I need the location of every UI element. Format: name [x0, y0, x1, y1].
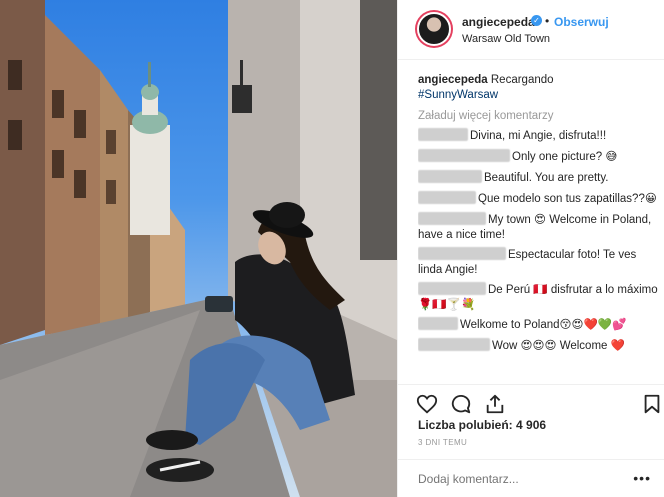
- blurred-username[interactable]: [418, 247, 506, 260]
- comments-list[interactable]: angiecepeda Recargando #SunnyWarsaw Zała…: [418, 73, 658, 383]
- comment-item: Divina, mi Angie, disfruta!!!: [418, 128, 658, 145]
- comment-text: Only one picture? 😅: [512, 151, 618, 163]
- comment-item: My town 😍 Welcome in Poland, have a nice…: [418, 212, 658, 243]
- blurred-username[interactable]: [418, 282, 486, 295]
- caption-username[interactable]: angiecepeda: [418, 74, 488, 86]
- comment-item: Beautiful. You are pretty.: [418, 170, 658, 187]
- avatar[interactable]: [415, 10, 453, 48]
- likes-label: Liczba polubień:: [418, 418, 513, 432]
- comment-bubble-icon[interactable]: [450, 393, 472, 415]
- username-link[interactable]: angiecepeda: [462, 15, 535, 29]
- follow-button[interactable]: Obserwuj: [554, 15, 609, 29]
- comment-item: De Perú 🇵🇪 disfrutar a lo máximo 🌹🇵🇪🍸💐: [418, 282, 658, 313]
- load-more-comments-button[interactable]: Załaduj więcej komentarzy: [418, 109, 658, 124]
- add-comment-bar: •••: [398, 459, 664, 497]
- comment-text: Beautiful. You are pretty.: [484, 172, 609, 184]
- blurred-username[interactable]: [418, 191, 476, 204]
- blurred-username[interactable]: [418, 212, 486, 225]
- comment-text: Welkome to Poland😚😍❤️💚💕: [460, 319, 627, 331]
- post-timestamp[interactable]: 3 DNI TEMU: [418, 438, 467, 447]
- comment-item: Only one picture? 😅: [418, 149, 658, 166]
- post-actions: [398, 384, 664, 418]
- comment-text: Que modelo son tus zapatillas??😀: [478, 193, 657, 205]
- bookmark-icon[interactable]: [641, 393, 663, 415]
- comment-text: Wow 😍😍😍 Welcome ❤️: [492, 340, 625, 352]
- likes-number: 4 906: [516, 418, 547, 432]
- likes-count[interactable]: Liczba polubień: 4 906: [418, 418, 546, 432]
- caption: angiecepeda Recargando #SunnyWarsaw: [418, 73, 658, 103]
- blurred-username[interactable]: [418, 317, 458, 330]
- comment-item: Wow 😍😍😍 Welcome ❤️: [418, 338, 658, 355]
- caption-hashtag[interactable]: #SunnyWarsaw: [418, 89, 498, 101]
- verified-badge-icon: ✓: [531, 15, 542, 26]
- share-icon[interactable]: [484, 393, 506, 415]
- post-photo[interactable]: [0, 0, 397, 497]
- blurred-username[interactable]: [418, 128, 468, 141]
- post-side-panel: angiecepeda ✓ • Obserwuj Warsaw Old Town…: [397, 0, 664, 497]
- avatar-image: [417, 12, 451, 46]
- blurred-username[interactable]: [418, 170, 482, 183]
- comment-item: Espectacular foto! Te ves linda Angie!: [418, 247, 658, 278]
- comment-item: Welkome to Poland😚😍❤️💚💕: [418, 317, 658, 334]
- comment-item: Que modelo son tus zapatillas??😀: [418, 191, 658, 208]
- caption-text: Recargando: [487, 74, 554, 86]
- blurred-username[interactable]: [418, 149, 510, 162]
- heart-icon[interactable]: [416, 393, 438, 415]
- instagram-post: angiecepeda ✓ • Obserwuj Warsaw Old Town…: [0, 0, 664, 497]
- more-options-icon[interactable]: •••: [633, 470, 651, 486]
- separator-dot: •: [545, 14, 550, 28]
- photo-illustration: [0, 0, 397, 497]
- comment-input[interactable]: [418, 472, 618, 486]
- comment-text: Divina, mi Angie, disfruta!!!: [470, 130, 607, 142]
- post-header: angiecepeda ✓ • Obserwuj Warsaw Old Town: [398, 0, 664, 60]
- location-link[interactable]: Warsaw Old Town: [462, 33, 550, 45]
- blurred-username[interactable]: [418, 338, 490, 351]
